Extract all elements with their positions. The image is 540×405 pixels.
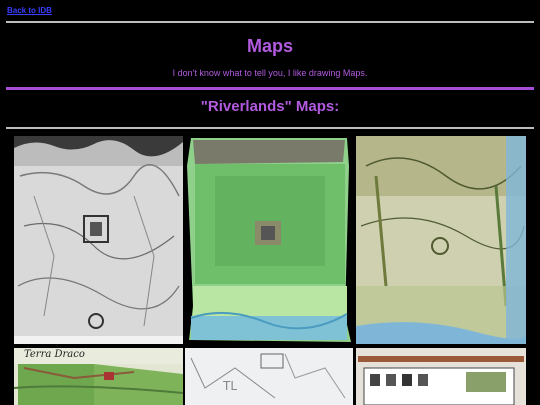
top-divider	[6, 21, 534, 23]
page-subtitle: I don't know what to tell you, I like dr…	[172, 68, 368, 78]
back-link[interactable]: Back to IDB	[7, 6, 52, 15]
purple-divider	[6, 87, 534, 90]
svg-text:TL: TL	[222, 379, 237, 393]
map-image-2	[185, 136, 353, 344]
map-thumbnail-2[interactable]	[185, 136, 353, 344]
map-image-6	[356, 348, 526, 405]
map-thumbnail-5[interactable]: TL	[185, 348, 353, 405]
map-thumbnail-1[interactable]	[14, 136, 183, 344]
map-image-3	[356, 136, 526, 344]
map-image-1	[14, 136, 183, 344]
map-thumbnail-6[interactable]	[356, 348, 526, 405]
map-thumbnail-3[interactable]	[356, 136, 526, 344]
page: Back to IDB Maps I don't know what to te…	[0, 0, 540, 405]
map-thumbnail-4[interactable]: Terra Draco	[14, 348, 183, 405]
page-title: Maps	[246, 36, 293, 56]
map-image-5: TL	[185, 348, 353, 405]
map-4-label: Terra Draco	[24, 349, 85, 360]
section-divider	[6, 127, 534, 129]
section-title: "Riverlands" Maps:	[200, 98, 340, 115]
